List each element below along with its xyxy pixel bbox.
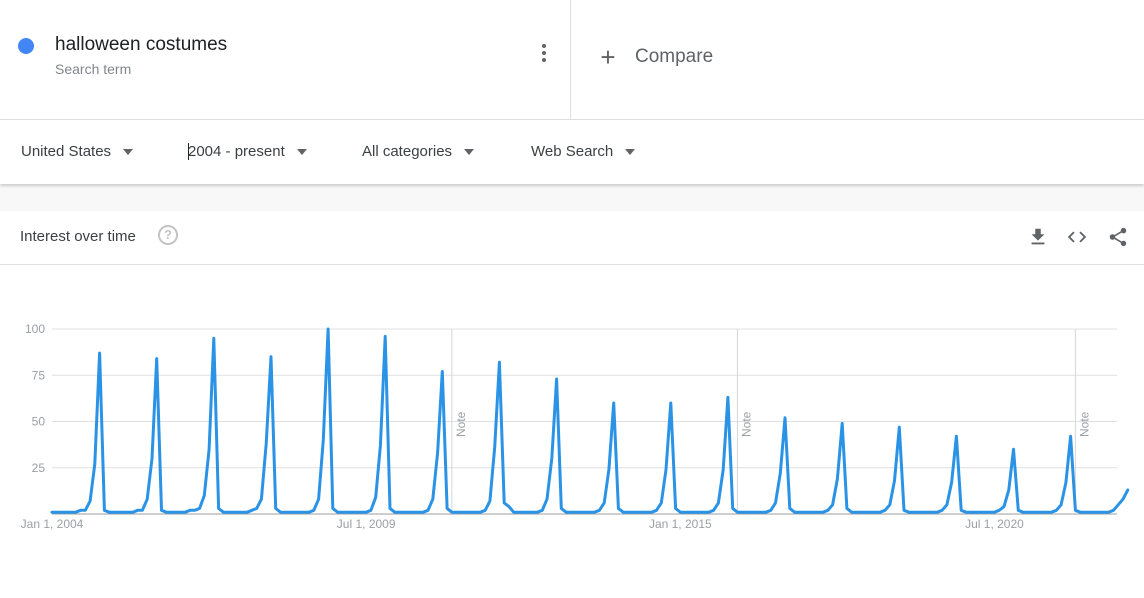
- y-tick-label: 25: [32, 461, 46, 475]
- search-term-type: Search term: [55, 61, 132, 77]
- more-vert-icon[interactable]: [536, 44, 552, 66]
- y-tick-label: 100: [25, 322, 45, 336]
- filter-bar: United States 2004 - present All categor…: [0, 120, 1144, 184]
- dropdown-caret-icon: [464, 148, 475, 155]
- download-icon[interactable]: [1027, 226, 1049, 248]
- note-label[interactable]: Note: [454, 411, 468, 437]
- compare-button[interactable]: + Compare: [597, 44, 713, 70]
- term-color-dot: [18, 38, 34, 54]
- help-circle-icon[interactable]: ?: [158, 225, 178, 245]
- x-tick-label: Jul 1, 2009: [337, 517, 396, 531]
- category-value: All categories: [362, 143, 453, 160]
- y-tick-label: 50: [32, 415, 46, 429]
- interest-line-chart[interactable]: Note Note Note 25 50 75 100 Jan 1, 2004 Jul 1,…: [0, 265, 1144, 555]
- search-term-card[interactable]: halloween costumes Search term: [0, 0, 571, 119]
- y-tick-label: 75: [32, 368, 46, 382]
- card-header: Interest over time ?: [0, 211, 1144, 265]
- region-dropdown[interactable]: United States: [21, 143, 134, 160]
- search-term-name[interactable]: halloween costumes: [55, 34, 227, 56]
- category-dropdown[interactable]: All categories: [362, 143, 475, 160]
- x-tick-label: Jul 1, 2020: [965, 517, 1024, 531]
- x-tick-label: Jan 1, 2004: [21, 517, 84, 531]
- note-label[interactable]: Note: [1077, 411, 1091, 437]
- share-icon[interactable]: [1107, 226, 1129, 248]
- series-line-halloween-costumes[interactable]: [50, 327, 1130, 514]
- section-spacer: [0, 184, 1144, 211]
- dropdown-caret-icon: [625, 148, 636, 155]
- region-value: United States: [21, 143, 112, 160]
- time-range-value: 2004 - present: [188, 143, 285, 160]
- embed-code-icon[interactable]: [1066, 226, 1088, 248]
- note-label[interactable]: Note: [739, 411, 753, 437]
- dropdown-caret-icon: [296, 148, 307, 155]
- search-property-dropdown[interactable]: Web Search: [531, 143, 636, 160]
- compare-label: Compare: [635, 46, 714, 67]
- dropdown-caret-icon: [123, 148, 134, 155]
- search-property-value: Web Search: [531, 143, 614, 160]
- time-range-dropdown[interactable]: 2004 - present: [188, 143, 307, 160]
- x-tick-label: Jan 1, 2015: [649, 517, 712, 531]
- card-title: Interest over time: [20, 228, 136, 245]
- plus-icon: +: [600, 42, 616, 72]
- search-terms-bar: halloween costumes Search term + Compare: [0, 0, 1144, 120]
